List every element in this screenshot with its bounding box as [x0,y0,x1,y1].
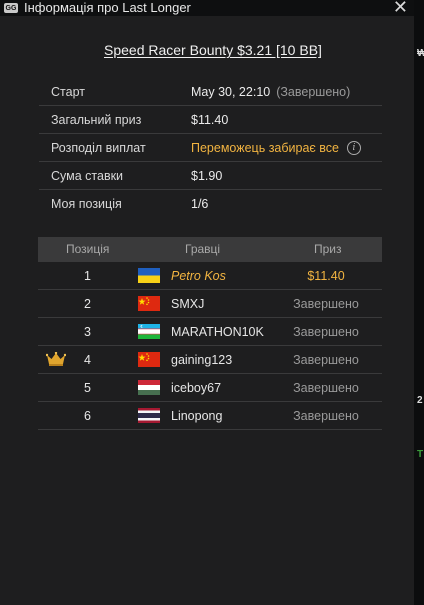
start-status: (Завершено) [276,84,351,99]
window-title: Інформація про Last Longer [24,0,191,15]
info-row-total-prize: Загальний приз $11.40 [39,106,382,134]
player-prize: $11.40 [307,269,345,283]
info-icon[interactable]: i [347,140,361,155]
player-prize: Завершено [293,409,359,423]
player-name: MARATHON10K [171,325,264,339]
row-position: 2 [84,297,91,311]
info-row-start: Старт May 30, 22:10 (Завершено) [39,78,382,106]
payout-text: Переможець забирає все [191,140,339,155]
table-row: 2 SMXJ Завершено [38,290,382,318]
row-position: 3 [84,325,91,339]
table-row: 1 Petro Kos $11.40 [38,262,382,290]
player-name: SMXJ [171,297,205,311]
stake-label: Сума ставки [51,168,124,183]
payout-label: Розподіл виплат [51,140,146,155]
start-time: May 30, 22:10 [191,84,271,99]
player-prize: Завершено [293,325,359,339]
table-row: 3 MARATHON10K Завершено [38,318,382,346]
player-prize: Завершено [293,381,359,395]
background-window-fragment: T [417,449,424,460]
info-row-stake: Сума ставки $1.90 [39,162,382,190]
player-prize: Завершено [293,297,359,311]
ukraine-flag-icon [138,268,160,283]
player-name: iceboy67 [171,381,222,395]
title-bar: GG Інформація про Last Longer ✕ [0,0,414,17]
row-position: 6 [84,409,91,423]
app-logo-icon: GG [4,3,18,13]
player-name: gaining123 [171,353,233,367]
table-row: 5 iceboy67 Завершено [38,374,382,402]
background-window-fragment: 2 [417,395,423,406]
thailand-flag-icon [138,408,160,423]
player-name: Linopong [171,409,223,423]
background-window-fragment: ₩ [417,48,424,59]
info-row-my-position: Моя позиція 1/6 [39,190,382,218]
start-value: May 30, 22:10 (Завершено) [191,85,350,99]
hungary-flag-icon [138,380,160,395]
payout-value: Переможець забирає все i [191,140,361,155]
column-header-prize: Приз [314,242,342,256]
table-row: 4 gaining123 Завершено [38,346,382,374]
total-prize-value: $11.40 [191,112,229,127]
start-label: Старт [51,84,85,99]
crown-icon [46,352,66,366]
row-position: 1 [84,269,91,283]
row-position: 4 [84,353,91,367]
uzbekistan-flag-icon [138,324,160,339]
row-position: 5 [84,381,91,395]
stake-value: $1.90 [191,168,223,183]
total-prize-label: Загальний приз [51,112,142,127]
tournament-title-link[interactable]: Speed Racer Bounty $3.21 [10 BB] [104,42,322,58]
background-window-strip [414,0,424,605]
player-prize: Завершено [293,353,359,367]
my-position-label: Моя позиція [51,197,122,211]
column-header-players: Гравці [185,242,221,256]
info-row-payout: Розподіл виплат Переможець забирає все i [39,134,382,162]
china-flag-icon [138,296,160,311]
china-flag-icon [138,352,160,367]
players-table-header: Позиція Гравці Приз [38,237,382,262]
column-header-position: Позиція [66,242,110,256]
table-row: 6 Linopong Завершено [38,402,382,430]
my-position-value: 1/6 [191,197,209,211]
player-name: Petro Kos [171,269,226,283]
